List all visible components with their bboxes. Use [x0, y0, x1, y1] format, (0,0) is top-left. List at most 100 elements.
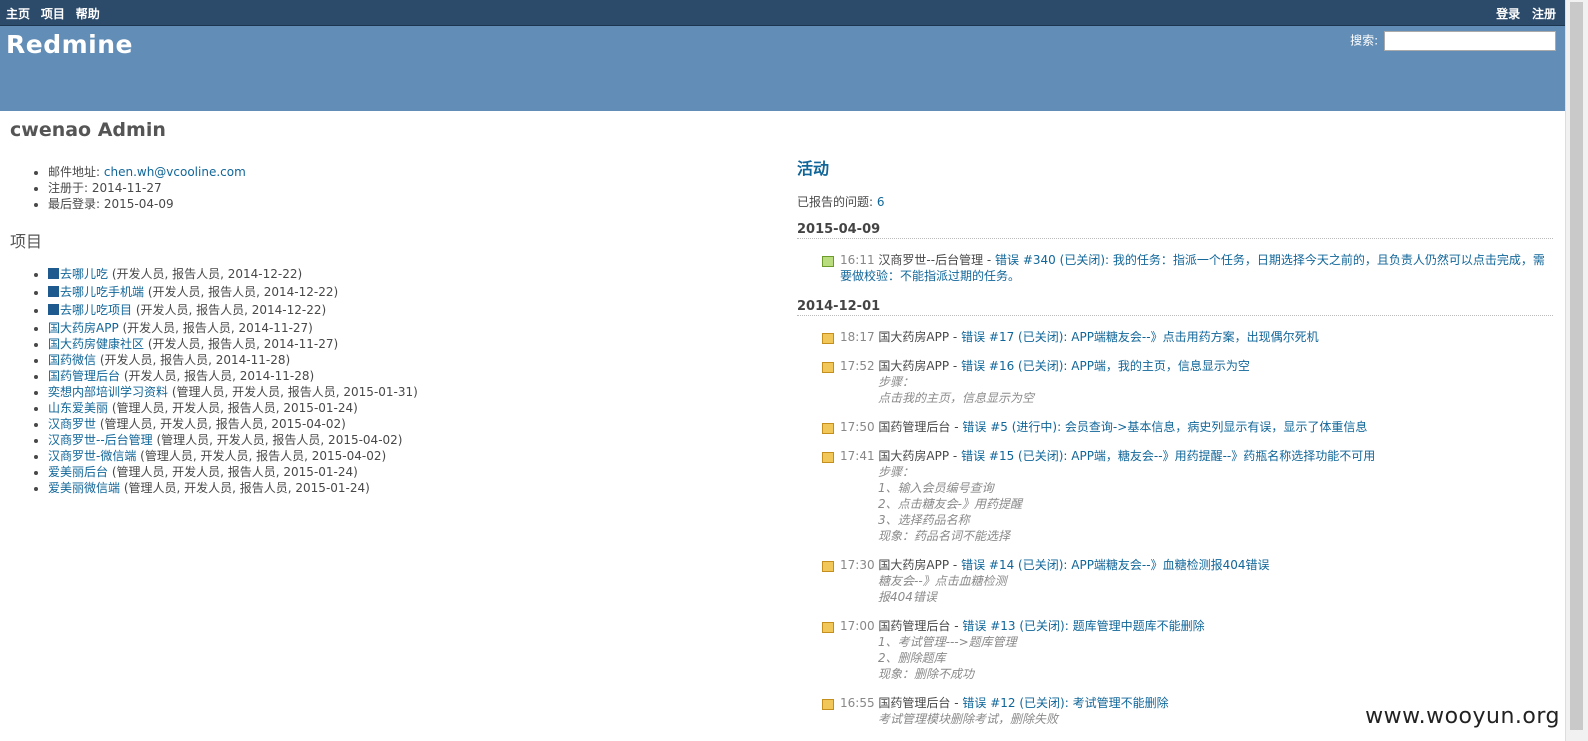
event-link[interactable]: 错误 #17 (已关闭): APP端糖友会--》点击用药方案，出现偶尔死机 — [961, 330, 1319, 344]
site-title: Redmine — [6, 30, 133, 59]
activity-date: 2014-12-01 — [797, 299, 1553, 316]
event-project: 国大药房APP - — [878, 330, 962, 344]
menu-home-link[interactable]: 主页 — [6, 7, 30, 21]
activity-event: 17:52 国大药房APP - 错误 #16 (已关闭): APP端，我的主页，… — [797, 358, 1553, 406]
project-list: 去哪儿吃 (开发人员, 报告人员, 2014-12-22) 去哪儿吃手机端 (开… — [10, 266, 770, 496]
event-link[interactable]: 错误 #16 (已关闭): APP端，我的主页，信息显示为空 — [961, 359, 1250, 373]
project-link[interactable]: 汉商罗世--后台管理 — [48, 433, 153, 447]
event-project: 国大药房APP - — [878, 359, 962, 373]
email-item: 邮件地址: chen.wh@vcooline.com — [48, 164, 770, 180]
event-description: 1、考试管理--->题库管理 2、删除题库 现象：删除不成功 — [840, 634, 1553, 682]
project-link[interactable]: 国药管理后台 — [48, 369, 120, 383]
description-line: 1、输入会员编号查询 — [878, 481, 994, 495]
search-input[interactable] — [1384, 31, 1556, 51]
project-roles: (开发人员, 报告人员, 2014-11-28) — [120, 369, 315, 383]
project-link[interactable]: 奕想内部培训学习资料 — [48, 385, 168, 399]
user-details: 邮件地址: chen.wh@vcooline.com 注册于: 2014-11-… — [10, 164, 770, 496]
project-item: 国药微信 (开发人员, 报告人员, 2014-11-28) — [48, 352, 770, 368]
event-project: 国大药房APP - — [878, 449, 962, 463]
activity-event: 17:00 国药管理后台 - 错误 #13 (已关闭): 题库管理中题库不能删除… — [797, 618, 1553, 682]
last-login-item: 最后登录: 2015-04-09 — [48, 196, 770, 212]
event-link[interactable]: 错误 #14 (已关闭): APP端糖友会--》血糖检测报404错误 — [961, 558, 1269, 572]
event-project: 国药管理后台 - — [878, 696, 963, 710]
project-item: 去哪儿吃项目 (开发人员, 报告人员, 2014-12-22) — [48, 302, 770, 318]
project-roles: (管理人员, 开发人员, 报告人员, 2015-01-24) — [120, 481, 370, 495]
project-item: 爱美丽后台 (管理人员, 开发人员, 报告人员, 2015-01-24) — [48, 464, 770, 480]
header: Redmine 搜索: — [0, 26, 1566, 111]
issue-icon — [822, 622, 834, 633]
event-time: 18:17 — [840, 330, 875, 344]
quick-search: 搜索: — [1350, 31, 1556, 51]
scrollbar-thumb[interactable] — [1570, 2, 1583, 730]
event-link[interactable]: 错误 #12 (已关闭): 考试管理不能删除 — [962, 696, 1168, 710]
project-link[interactable]: 去哪儿吃手机端 — [60, 285, 144, 299]
watermark: www.wooyun.org — [1365, 704, 1560, 729]
last-login-value: 2015-04-09 — [103, 197, 174, 211]
activity-heading: 活动 — [797, 159, 830, 178]
event-time: 17:00 — [840, 619, 875, 633]
project-link[interactable]: 国药微信 — [48, 353, 96, 367]
project-roles: (管理人员, 开发人员, 报告人员, 2015-01-24) — [108, 465, 358, 479]
project-link[interactable]: 国大药房健康社区 — [48, 337, 144, 351]
login-link[interactable]: 登录 — [1496, 7, 1520, 21]
activity-event: 18:17 国大药房APP - 错误 #17 (已关闭): APP端糖友会--》… — [797, 329, 1553, 345]
event-link[interactable]: 错误 #15 (已关闭): APP端，糖友会--》用药提醒--》药瓶名称选择功能… — [961, 449, 1375, 463]
project-link[interactable]: 山东爱美丽 — [48, 401, 108, 415]
project-roles: (管理人员, 开发人员, 报告人员, 2015-01-24) — [108, 401, 358, 415]
project-link[interactable]: 爱美丽后台 — [48, 465, 108, 479]
project-roles: (开发人员, 报告人员, 2014-11-27) — [118, 321, 313, 335]
project-link[interactable]: 汉商罗世-微信端 — [48, 449, 136, 463]
event-time: 16:11 — [840, 253, 875, 267]
project-roles: (开发人员, 报告人员, 2014-12-22) — [108, 267, 303, 281]
search-label: 搜索: — [1350, 33, 1379, 48]
event-time: 17:50 — [840, 420, 875, 434]
project-link[interactable]: 去哪儿吃 — [60, 267, 108, 281]
description-line: 点击我的主页，信息显示为空 — [878, 391, 1035, 405]
project-link[interactable]: 爱美丽微信端 — [48, 481, 120, 495]
issue-icon — [822, 561, 834, 572]
menu-help-link[interactable]: 帮助 — [76, 7, 100, 21]
registered-item: 注册于: 2014-11-27 — [48, 180, 770, 196]
description-line: 2、点击糖友会-》用药提醒 — [878, 497, 1022, 511]
registered-label: 注册于: — [48, 181, 89, 195]
register-link[interactable]: 注册 — [1532, 7, 1556, 21]
project-roles: (开发人员, 报告人员, 2014-11-27) — [144, 337, 339, 351]
event-description: 糖友会--》点击血糖检测 报404错误 — [840, 573, 1553, 605]
description-line: 糖友会--》点击血糖检测 — [878, 574, 1007, 588]
issue-icon — [822, 333, 834, 344]
issue-closed-icon — [822, 256, 834, 267]
project-square-icon — [48, 268, 59, 279]
project-link[interactable]: 汉商罗世 — [48, 417, 96, 431]
description-line: 现象：删除不成功 — [878, 667, 975, 681]
description-line: 步骤： — [878, 375, 915, 389]
reported-count-link[interactable]: 6 — [877, 195, 885, 209]
event-time: 17:52 — [840, 359, 875, 373]
project-link[interactable]: 去哪儿吃项目 — [60, 303, 132, 317]
project-roles: (开发人员, 报告人员, 2014-12-22) — [144, 285, 339, 299]
description-line: 3、选择药品名称 — [878, 513, 970, 527]
event-link[interactable]: 错误 #13 (已关闭): 题库管理中题库不能删除 — [962, 619, 1204, 633]
project-link[interactable]: 国大药房APP — [48, 321, 119, 335]
page-scrollbar[interactable] — [1565, 0, 1588, 741]
project-roles: (管理人员, 开发人员, 报告人员, 2015-04-02) — [152, 433, 403, 447]
email-link[interactable]: chen.wh@vcooline.com — [104, 165, 246, 179]
last-login-label: 最后登录: — [48, 197, 101, 211]
event-link[interactable]: 错误 #5 (进行中): 会员查询->基本信息，病史列显示有误，显示了体重信息 — [962, 420, 1367, 434]
project-roles: (管理人员, 开发人员, 报告人员, 2015-04-02) — [136, 449, 387, 463]
activity-event: 17:41 国大药房APP - 错误 #15 (已关闭): APP端，糖友会--… — [797, 448, 1553, 544]
email-label: 邮件地址: — [48, 165, 101, 179]
project-item: 汉商罗世 (管理人员, 开发人员, 报告人员, 2015-04-02) — [48, 416, 770, 432]
activity-event: 17:30 国大药房APP - 错误 #14 (已关闭): APP端糖友会--》… — [797, 557, 1553, 605]
top-menu: 主页 项目 帮助 登录 注册 — [0, 0, 1566, 26]
reported-issues: 已报告的问题: 6 — [797, 193, 1553, 210]
menu-projects-link[interactable]: 项目 — [41, 7, 65, 21]
event-description: 步骤： 点击我的主页，信息显示为空 — [840, 374, 1553, 406]
project-item: 山东爱美丽 (管理人员, 开发人员, 报告人员, 2015-01-24) — [48, 400, 770, 416]
project-item: 去哪儿吃手机端 (开发人员, 报告人员, 2014-12-22) — [48, 284, 770, 300]
activity-section: 活动 已报告的问题: 6 2015-04-09 16:11 汉商罗世--后台管理… — [797, 155, 1553, 727]
issue-edit-icon — [822, 423, 834, 434]
registered-value: 2014-11-27 — [91, 181, 162, 195]
project-item: 去哪儿吃 (开发人员, 报告人员, 2014-12-22) — [48, 266, 770, 282]
description-line: 报404错误 — [878, 590, 937, 604]
event-project: 汉商罗世--后台管理 - — [878, 253, 996, 267]
